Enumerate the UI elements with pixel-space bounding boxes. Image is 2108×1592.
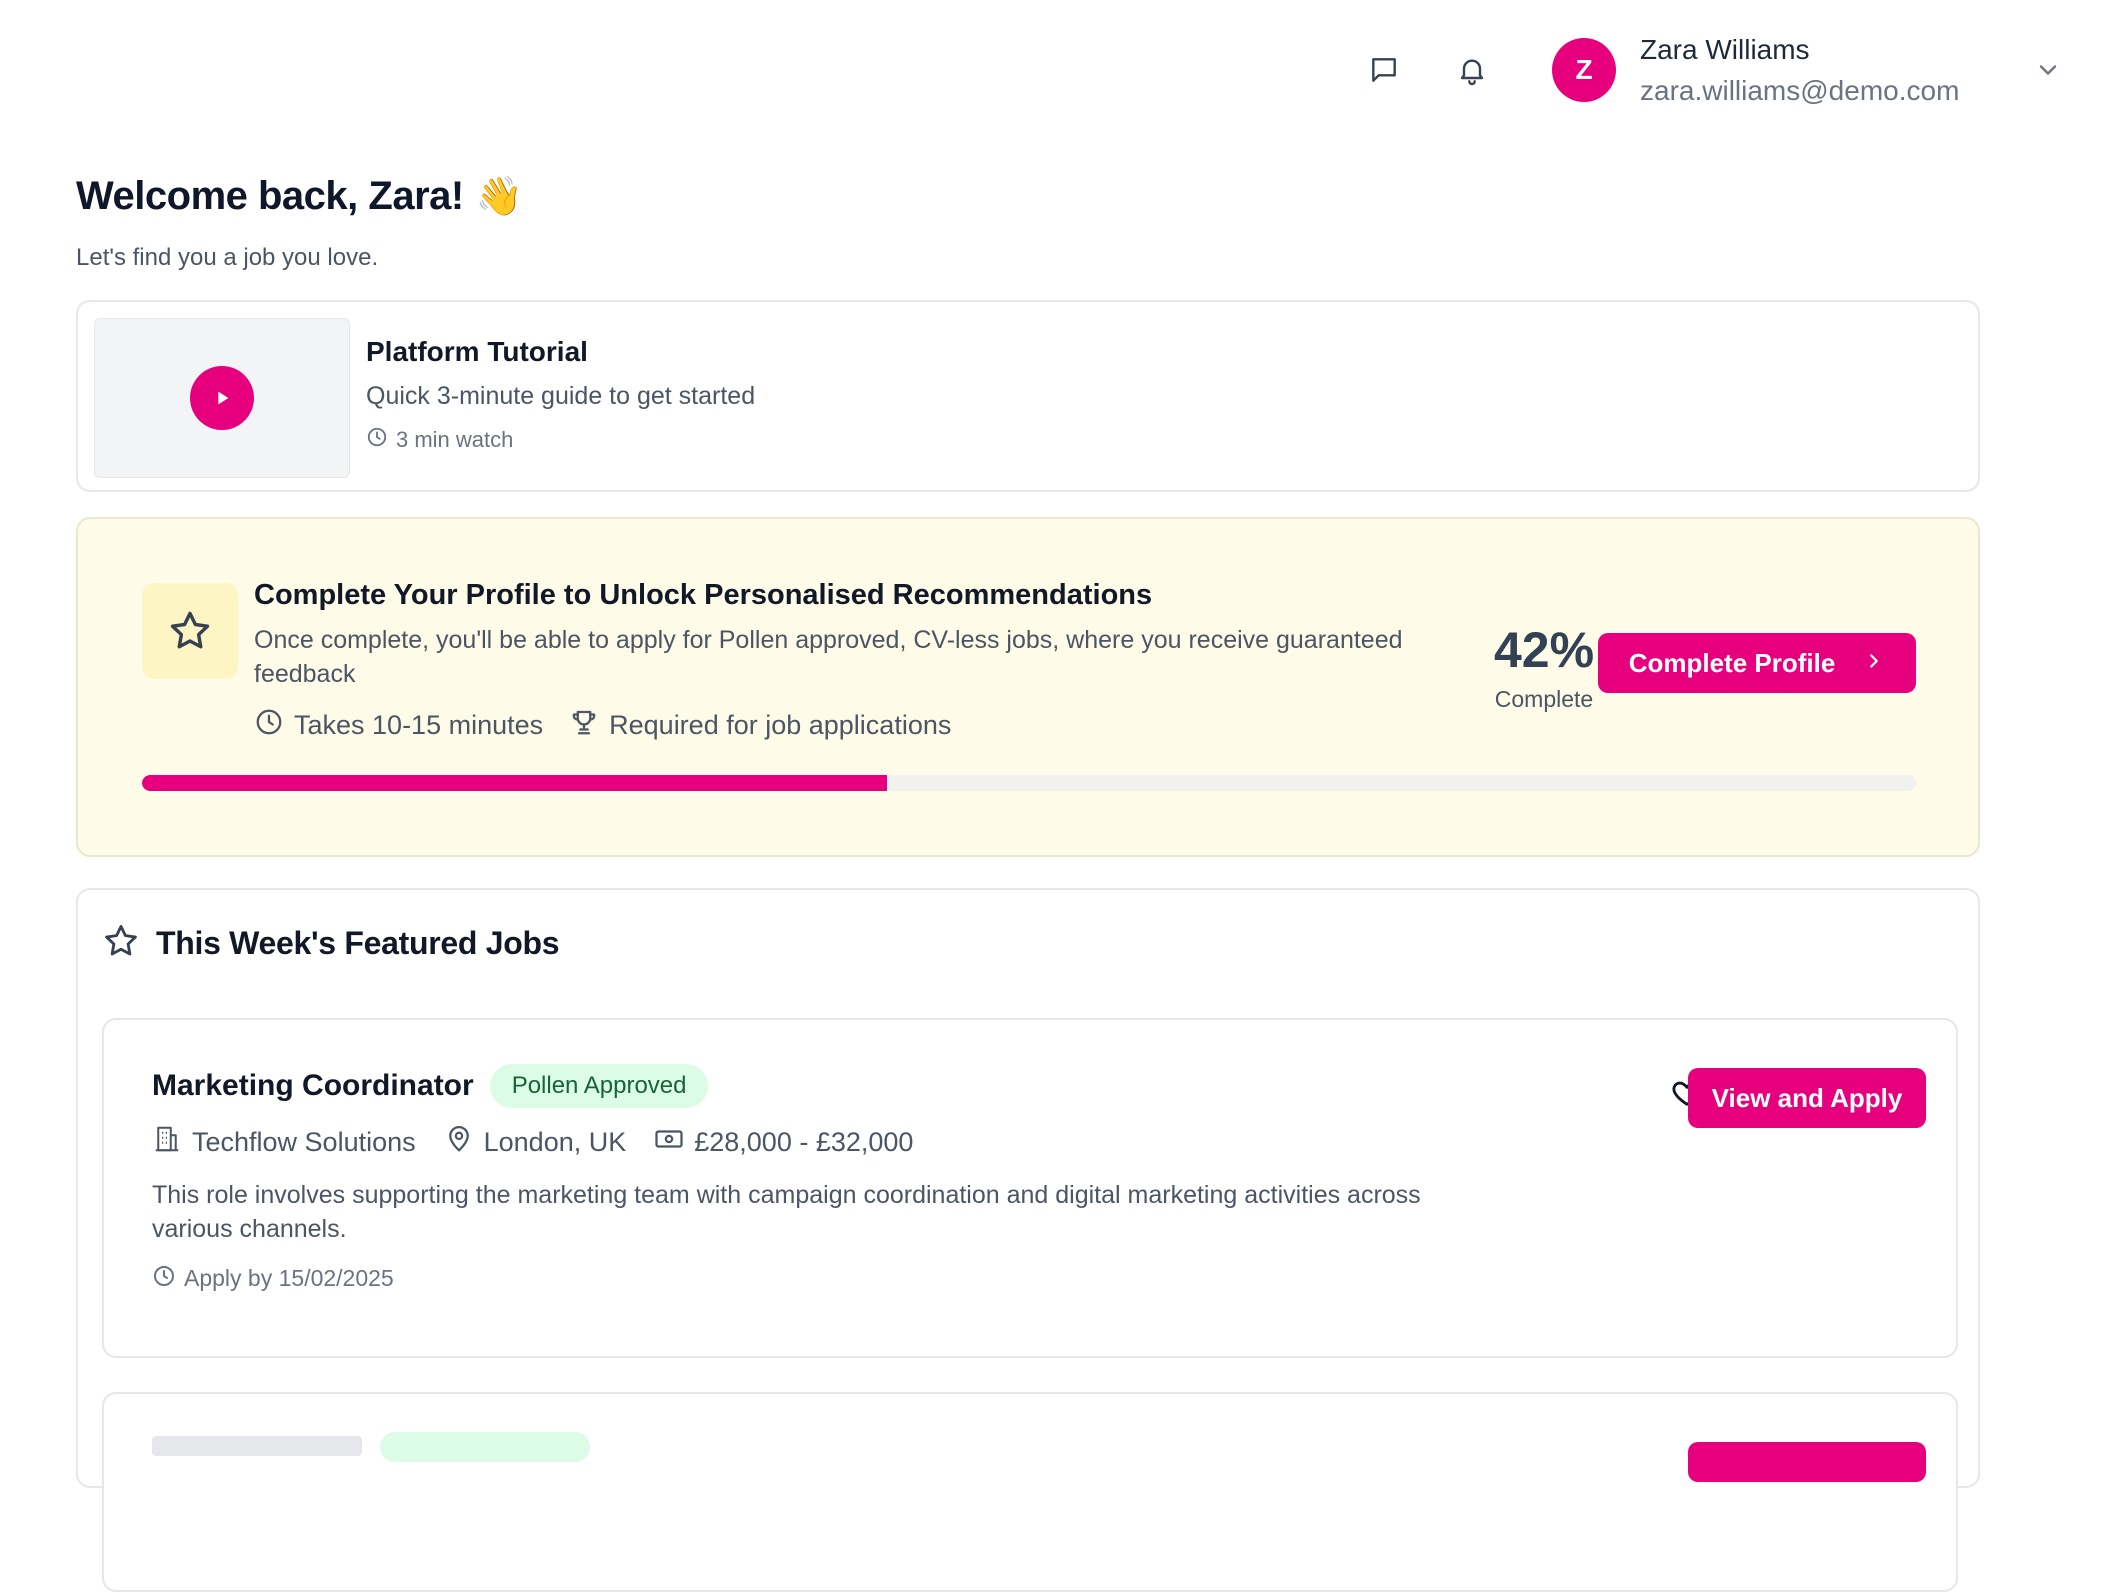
job-description: This role involves supporting the market… (152, 1181, 1421, 1243)
job-card[interactable]: Marketing Coordinator Pollen Approved Te… (102, 1018, 1958, 1358)
profile-completion-banner: Complete Your Profile to Unlock Personal… (76, 517, 1980, 857)
deadline-text: Apply by 15/02/2025 (184, 1265, 394, 1291)
apply-label: View and Apply (1711, 1082, 1903, 1113)
job-salary: £28,000 - £32,000 (694, 1127, 914, 1157)
clock-icon (254, 707, 284, 744)
job-title-clipped (152, 1436, 362, 1456)
completion-label: Complete (1494, 686, 1594, 712)
chevron-down-icon[interactable] (2034, 56, 2062, 89)
required-note: Required for job applications (609, 710, 952, 740)
clock-icon (366, 426, 388, 453)
tutorial-title: Platform Tutorial (366, 336, 588, 367)
play-icon[interactable] (190, 366, 254, 430)
video-thumbnail[interactable] (94, 318, 350, 478)
view-and-apply-button[interactable]: View and Apply (1688, 1068, 1926, 1128)
page-subtitle: Let's find you a job you love. (76, 244, 379, 271)
banner-meta: Takes 10-15 minutes Required for job app… (254, 707, 951, 744)
messages-icon[interactable] (1364, 50, 1404, 90)
trophy-icon (569, 707, 599, 744)
wave-emoji: 👋 (475, 175, 524, 218)
featured-jobs-section: This Week's Featured Jobs Marketing Coor… (76, 888, 1980, 1592)
profile-progress-bar (142, 775, 1916, 791)
chevron-right-icon (1863, 648, 1885, 679)
tutorial-duration: 3 min watch (366, 426, 513, 453)
page-title: Welcome back, Zara! (76, 174, 464, 218)
job-deadline: Apply by 15/02/2025 (152, 1264, 394, 1293)
job-meta: Techflow Solutions London, UK £28,000 - … (152, 1124, 913, 1161)
pollen-approved-badge: Pollen Approved (489, 1064, 709, 1108)
welcome-heading: Welcome back, Zara! 👋 (76, 174, 523, 219)
complete-profile-button[interactable]: Complete Profile (1598, 633, 1916, 693)
clock-icon (152, 1264, 176, 1293)
job-location: London, UK (483, 1127, 627, 1157)
featured-header: This Week's Featured Jobs (102, 922, 560, 965)
completion-percent: 42% (1493, 622, 1595, 678)
section-title: This Week's Featured Jobs (156, 925, 560, 961)
tutorial-card[interactable]: Platform Tutorial Quick 3-minute guide t… (76, 300, 1980, 492)
banknote-icon (654, 1124, 684, 1161)
building-icon (152, 1124, 182, 1161)
location-pin-icon (444, 1124, 474, 1161)
banner-description: Once complete, you'll be able to apply f… (254, 626, 1403, 688)
tutorial-description: Quick 3-minute guide to get started (366, 382, 756, 410)
star-icon (102, 922, 140, 965)
avatar[interactable]: Z (1552, 38, 1616, 102)
job-title-row: Marketing Coordinator Pollen Approved (152, 1064, 709, 1108)
job-card[interactable] (102, 1392, 1958, 1592)
banner-title: Complete Your Profile to Unlock Personal… (254, 579, 1153, 611)
company-name: Techflow Solutions (192, 1127, 416, 1157)
job-title[interactable]: Marketing Coordinator (152, 1069, 474, 1103)
view-and-apply-button[interactable] (1688, 1442, 1926, 1482)
star-icon (142, 583, 238, 679)
user-email: zara.williams@demo.com (1640, 75, 1960, 106)
user-name: Zara Williams (1640, 34, 1810, 65)
time-note: Takes 10-15 minutes (294, 710, 544, 740)
duration-text: 3 min watch (396, 426, 514, 452)
complete-profile-label: Complete Profile (1628, 647, 1836, 678)
bell-icon[interactable] (1452, 50, 1492, 90)
profile-progress-fill (142, 775, 888, 791)
